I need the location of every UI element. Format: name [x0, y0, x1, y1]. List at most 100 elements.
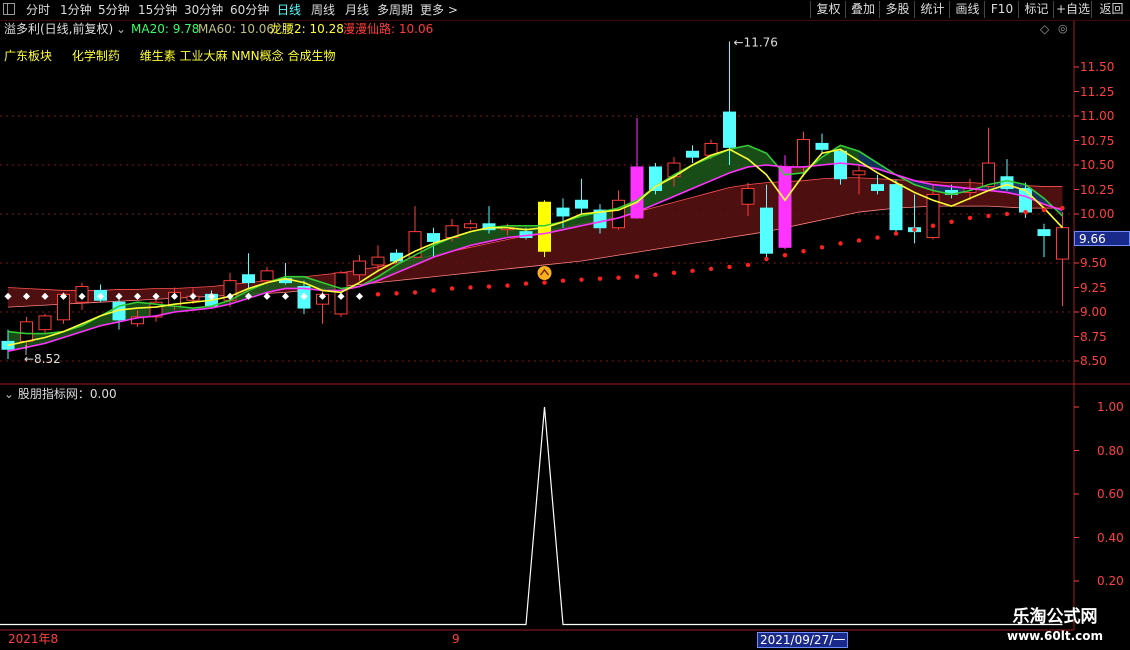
candle-body [612, 199, 625, 229]
toolbar-button[interactable]: 画线 [949, 1, 985, 18]
candle-body [334, 272, 348, 315]
candle-body [945, 189, 958, 195]
toolbar-button[interactable]: 多股 [879, 1, 915, 18]
dot-marker [690, 268, 695, 274]
candle-body [649, 166, 662, 191]
candlestick-chart[interactable]: ←11.76 ←8.52 [0, 0, 1130, 650]
candle-body [242, 274, 255, 284]
period-tab[interactable]: 周线 [311, 2, 335, 18]
price-tick: 10.75 [1080, 133, 1115, 148]
period-tab[interactable]: 分时 [26, 2, 50, 18]
dot-marker [764, 256, 769, 262]
toolbar-button[interactable]: 统计 [914, 1, 950, 18]
candle-body [778, 166, 792, 248]
period-tab[interactable]: 30分钟 [184, 2, 223, 18]
selected-date[interactable]: 2021/09/27/一 [757, 632, 849, 648]
dot-marker [59, 292, 68, 300]
period-tab[interactable]: 1分钟 [60, 2, 92, 18]
stock-name[interactable]: 溢多利(日线,前复权) [4, 21, 113, 37]
dot-marker [986, 213, 991, 219]
ma-ribbon-segment [1044, 198, 1063, 216]
price-tick: 9.50 [1080, 256, 1107, 270]
watermark-title: 乐淘公式网 [1012, 607, 1098, 627]
candle-body [704, 142, 718, 156]
ma-ribbon-segment [285, 276, 304, 289]
ma-ribbon-segment [470, 227, 489, 246]
indicator-title[interactable]: ⌄ 股朋指标网：0.00 [4, 386, 117, 402]
ma-ribbon-segment [1007, 180, 1026, 197]
concept-tag[interactable]: 维生素 工业大麻 NMN概念 合成生物 [140, 49, 336, 63]
ma-ribbon-segment [304, 276, 323, 291]
dot-marker [597, 276, 603, 281]
ma-yellow-line [7, 148, 1064, 347]
chevron-down-icon[interactable]: ⌄ [4, 387, 18, 401]
candle-body [1056, 227, 1069, 260]
ma-ribbon-segment [193, 306, 212, 311]
ma-ribbon-segment [156, 304, 175, 316]
dot-marker [671, 270, 677, 275]
candles [1, 41, 1069, 360]
ma-ribbon-segment [674, 165, 693, 197]
dot-marker [838, 241, 843, 246]
toolbar-button[interactable]: 复权 [810, 1, 846, 18]
ma-ribbon-segment [840, 145, 859, 165]
ma-ribbon-segment [970, 184, 989, 191]
ma-ribbon-segment [618, 200, 637, 218]
toolbar-button[interactable]: 叠加 [845, 1, 880, 18]
dot-marker [616, 275, 621, 280]
period-tab[interactable]: 月线 [345, 2, 369, 18]
toolbar-button[interactable]: 返回 [1091, 1, 1130, 18]
ma20-value: MA20: 9.78 [131, 22, 200, 36]
ma-ribbon-segment [230, 290, 249, 305]
window-layout-icon[interactable] [3, 3, 15, 15]
ma-ribbon-segment [581, 212, 600, 226]
period-tab[interactable]: 15分钟 [138, 2, 177, 18]
candle-body [131, 316, 144, 325]
candle-body [630, 166, 644, 219]
ma-ribbon-segment [637, 186, 656, 213]
price-labels: ←11.76 ←8.52 [24, 36, 778, 366]
dot-marker [41, 292, 49, 300]
period-tab[interactable]: 更多 > [420, 2, 458, 18]
candle-body [260, 270, 274, 282]
candle-body [482, 223, 496, 231]
toolbar-button[interactable]: F10 [984, 1, 1019, 18]
candle-body [186, 295, 200, 301]
candle-body [1, 340, 15, 350]
dot-marker [1023, 209, 1028, 215]
ribbon-lower-line [7, 205, 1063, 308]
candle-body [538, 201, 551, 252]
price-tick: 9.25 [1080, 280, 1107, 295]
ma-ribbon-segment [378, 264, 397, 281]
ma-ribbon-segment [396, 255, 415, 273]
dot-marker [856, 238, 862, 243]
dot-marker [78, 292, 86, 300]
candle-body [316, 293, 329, 305]
period-tab[interactable]: 60分钟 [230, 2, 269, 18]
period-tab[interactable]: 日线 [277, 2, 301, 18]
ribbon-upper-line [7, 177, 1063, 291]
dot-marker [930, 223, 936, 228]
toolbar-button[interactable]: +自选 [1053, 1, 1092, 18]
toolbar-button[interactable]: 标记 [1018, 1, 1054, 18]
concept-tag[interactable]: 化学制药 [72, 49, 120, 63]
settings-icon[interactable]: ◎ [1058, 21, 1068, 37]
period-tab[interactable]: 多周期 [377, 2, 413, 18]
candle-body [20, 321, 33, 342]
dot-marker [318, 292, 327, 300]
diamond-icon[interactable]: ◇ [1040, 21, 1049, 37]
dot-marker [281, 292, 290, 300]
ma-ribbon-segment [489, 225, 508, 242]
candle-body [75, 286, 89, 303]
dot-marker [263, 292, 271, 300]
ma-ribbon-segment [859, 151, 878, 169]
candle-body [279, 278, 292, 284]
candle-body [353, 260, 366, 276]
period-tab[interactable]: 5分钟 [98, 2, 130, 18]
date-start: 2021年8 [8, 632, 59, 646]
concept-tag[interactable]: 广东板块 [4, 49, 52, 63]
price-tick: 8.50 [1080, 354, 1107, 368]
chevron-down-icon[interactable]: ⌄ [116, 21, 126, 37]
dot-marker [22, 292, 31, 300]
ma-ribbon-segment [507, 225, 526, 238]
